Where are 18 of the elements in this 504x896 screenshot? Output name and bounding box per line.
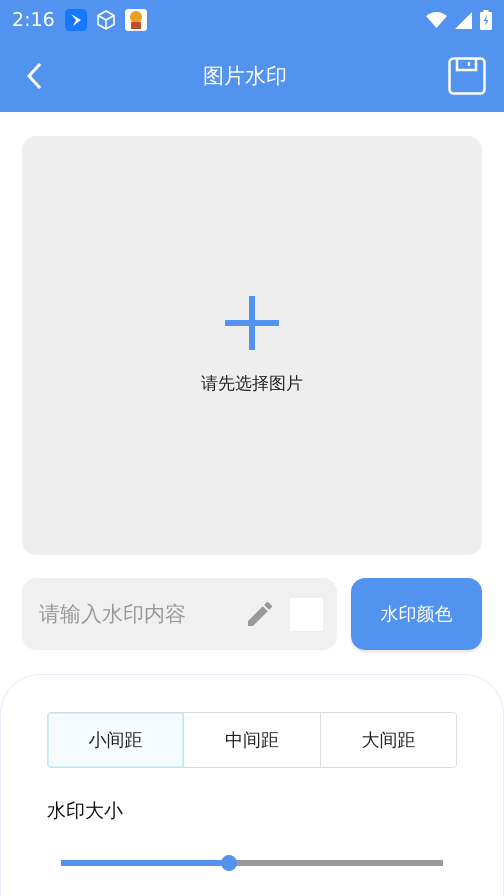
slider-thumb[interactable] [221,855,238,871]
watermark-input[interactable]: 请输入水印内容 [37,601,230,627]
app-icon [64,9,87,31]
signal-icon [455,12,472,28]
spacing-tab[interactable]: 大间距 [320,713,456,767]
back-button[interactable] [26,62,42,90]
save-button[interactable] [448,57,486,95]
image-picker[interactable]: 请先选择图片 [22,136,482,555]
spacing-tab[interactable]: 小间距 [48,713,184,767]
size-label: 水印大小 [47,799,124,824]
page-title: 图片水印 [203,63,287,90]
app-icon [124,9,147,31]
battery-icon [480,10,492,30]
wifi-icon [426,12,447,28]
picker-hint: 请先选择图片 [201,373,303,395]
cube-icon [94,9,117,31]
status-time: 2:16 [12,9,55,31]
plus-icon [225,296,279,350]
